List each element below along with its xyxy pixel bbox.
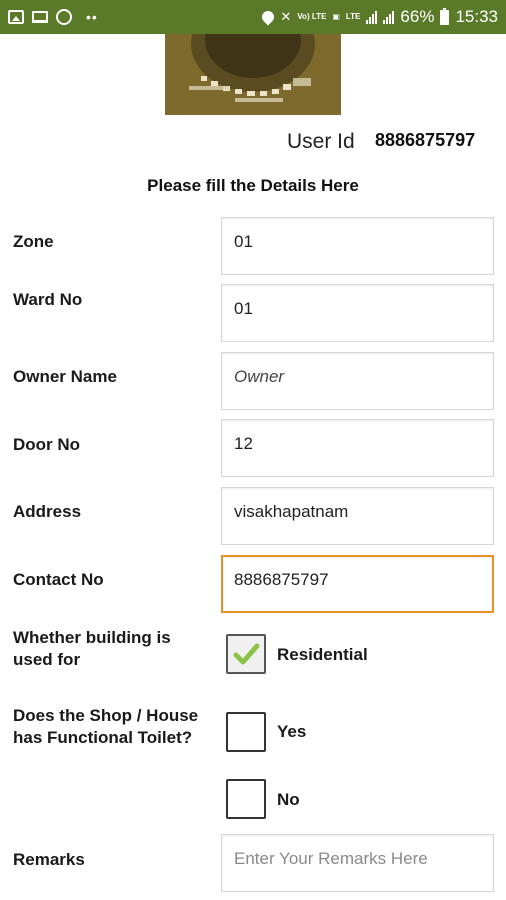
door-no-label: Door No [13,435,81,454]
signal-icon [366,10,378,24]
battery-percent: 66% [400,7,435,26]
ward-input[interactable]: 01 [221,284,494,342]
laptop-notification-icon [32,11,48,23]
remarks-input[interactable]: Enter Your Remarks Here [221,834,494,892]
location-icon [259,8,277,26]
owner-name-label: Owner Name [13,367,117,386]
user-id-label: User Id [287,130,355,153]
more-notifications-icon: •• [86,9,98,25]
toilet-question-label: Does the Shop / House has Functional Toi… [13,706,199,747]
lte-icon: LTE [345,12,361,21]
whatsapp-notification-icon [56,9,72,25]
checkmark-icon [233,643,260,665]
ward-label: Ward No [13,290,83,309]
address-input[interactable]: visakhapatnam [221,487,494,545]
user-id-value: 8886875797 [375,130,476,150]
door-no-input[interactable]: 12 [221,419,494,477]
zone-label: Zone [13,232,54,251]
header-logo-image [165,34,341,115]
residential-checkbox[interactable] [226,634,266,674]
building-use-label: Whether building is used for [13,628,171,669]
contact-no-input[interactable]: 8886875797 [221,555,494,613]
gallery-notification-icon [8,10,24,24]
contact-no-label: Contact No [13,570,104,589]
form-heading: Please fill the Details Here [147,176,359,195]
battery-icon [440,7,450,25]
toilet-yes-checkbox[interactable] [226,712,266,752]
remarks-label: Remarks [13,850,85,869]
toilet-no-checkbox[interactable] [226,779,266,819]
mute-icon: ✕ [280,9,292,24]
signal-2-icon [383,10,395,24]
toilet-yes-label: Yes [277,722,307,741]
owner-name-input[interactable]: Owner [221,352,494,410]
toilet-no-label: No [277,790,300,809]
zone-input[interactable]: 01 [221,217,494,275]
residential-label: Residential [277,645,368,664]
address-label: Address [13,502,82,521]
volte-icon: Vo) LTE [297,12,327,21]
nfc-icon: ▣ [332,12,340,21]
status-bar: •• ✕ Vo) LTE ▣ LTE 66% 15:33 [0,0,506,34]
clock: 15:33 [455,7,498,26]
